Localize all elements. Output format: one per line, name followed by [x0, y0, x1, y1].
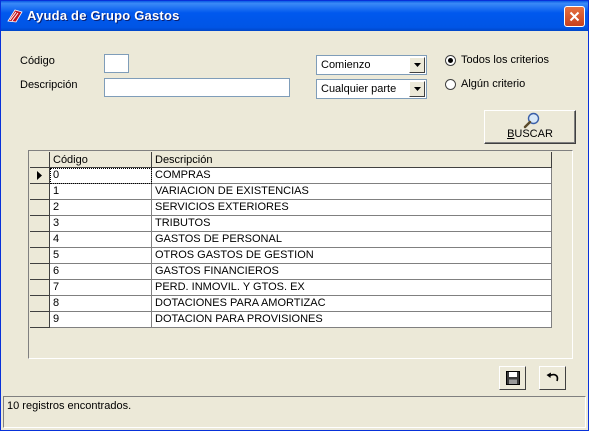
- row-pointer-icon: [37, 171, 42, 180]
- buscar-hotkey-letter: BUSCAR: [507, 128, 553, 140]
- cell-codigo[interactable]: 8: [50, 296, 152, 312]
- row-indicator[interactable]: [30, 184, 50, 200]
- window-title: Ayuda de Grupo Gastos: [27, 8, 180, 23]
- cell-codigo[interactable]: 0: [50, 168, 152, 184]
- column-header-codigo[interactable]: Código: [50, 152, 152, 168]
- title-bar[interactable]: Ayuda de Grupo Gastos: [1, 1, 588, 31]
- buscar-button[interactable]: BUSCAR: [484, 110, 576, 144]
- radio-algun-criterio[interactable]: Algún criterio: [445, 78, 525, 90]
- row-indicator[interactable]: [30, 280, 50, 296]
- row-indicator[interactable]: [30, 296, 50, 312]
- column-header-descripcion[interactable]: Descripción: [152, 152, 552, 168]
- cell-codigo[interactable]: 7: [50, 280, 152, 296]
- floppy-disk-icon: [505, 371, 520, 385]
- undo-button[interactable]: [539, 366, 566, 390]
- cell-descripcion[interactable]: TRIBUTOS: [152, 216, 552, 232]
- row-indicator[interactable]: [30, 216, 50, 232]
- cell-descripcion[interactable]: DOTACION PARA PROVISIONES: [152, 312, 552, 328]
- cell-codigo[interactable]: 2: [50, 200, 152, 216]
- cell-codigo[interactable]: 5: [50, 248, 152, 264]
- results-grid[interactable]: Código Descripción 0 COMPRAS 1 VARIACION DE…: [28, 150, 573, 359]
- descripcion-label: Descripción: [20, 79, 78, 91]
- codigo-match-select[interactable]: Comienzo: [316, 55, 427, 75]
- cell-codigo[interactable]: 1: [50, 184, 152, 200]
- save-button[interactable]: [499, 366, 526, 390]
- dialog-body: Código Descripción Comienzo Cualquier pa…: [1, 31, 588, 430]
- cell-descripcion[interactable]: VARIACION DE EXISTENCIAS: [152, 184, 552, 200]
- cell-codigo[interactable]: 6: [50, 264, 152, 280]
- cell-descripcion[interactable]: DOTACIONES PARA AMORTIZAC: [152, 296, 552, 312]
- descripcion-match-select[interactable]: Cualquier parte: [316, 79, 427, 99]
- status-bar: 10 registros encontrados.: [3, 396, 586, 428]
- undo-arrow-icon: [546, 372, 558, 382]
- descripcion-match-value: Cualquier parte: [321, 83, 397, 95]
- chevron-down-icon[interactable]: [409, 81, 425, 97]
- row-indicator[interactable]: [30, 264, 50, 280]
- descripcion-input[interactable]: [104, 78, 290, 97]
- codigo-match-value: Comienzo: [321, 59, 371, 71]
- chevron-down-icon[interactable]: [409, 57, 425, 73]
- radio-circle[interactable]: [445, 54, 456, 66]
- row-indicator[interactable]: [30, 200, 50, 216]
- header-corner: [30, 152, 50, 168]
- row-indicator[interactable]: [30, 248, 50, 264]
- dialog-window: Ayuda de Grupo Gastos Código Descripción…: [0, 0, 589, 431]
- status-text: 10 registros encontrados.: [7, 400, 132, 412]
- cell-codigo[interactable]: 4: [50, 232, 152, 248]
- close-button[interactable]: [564, 6, 585, 27]
- codigo-input[interactable]: [104, 54, 129, 73]
- buscar-label: BUSCAR: [485, 128, 575, 140]
- close-icon: [569, 11, 580, 22]
- cell-descripcion[interactable]: GASTOS DE PERSONAL: [152, 232, 552, 248]
- cell-descripcion[interactable]: OTROS GASTOS DE GESTION: [152, 248, 552, 264]
- cell-descripcion[interactable]: GASTOS FINANCIEROS: [152, 264, 552, 280]
- row-indicator[interactable]: [30, 168, 50, 184]
- row-indicator[interactable]: [30, 232, 50, 248]
- radio-circle[interactable]: [445, 78, 456, 90]
- magnifier-icon: [523, 112, 540, 129]
- cell-descripcion[interactable]: PERD. INMOVIL. Y GTOS. EX: [152, 280, 552, 296]
- radio-todos-label: Todos los criterios: [461, 54, 550, 66]
- codigo-label: Código: [20, 55, 55, 67]
- radio-algun-label: Algún criterio: [461, 78, 526, 90]
- radio-todos-criterios[interactable]: Todos los criterios: [445, 54, 549, 66]
- row-indicator[interactable]: [30, 312, 50, 328]
- cell-codigo[interactable]: 3: [50, 216, 152, 232]
- cell-codigo[interactable]: 9: [50, 312, 152, 328]
- app-logo-icon: [7, 9, 23, 23]
- cell-descripcion[interactable]: COMPRAS: [152, 168, 552, 184]
- cell-descripcion[interactable]: SERVICIOS EXTERIORES: [152, 200, 552, 216]
